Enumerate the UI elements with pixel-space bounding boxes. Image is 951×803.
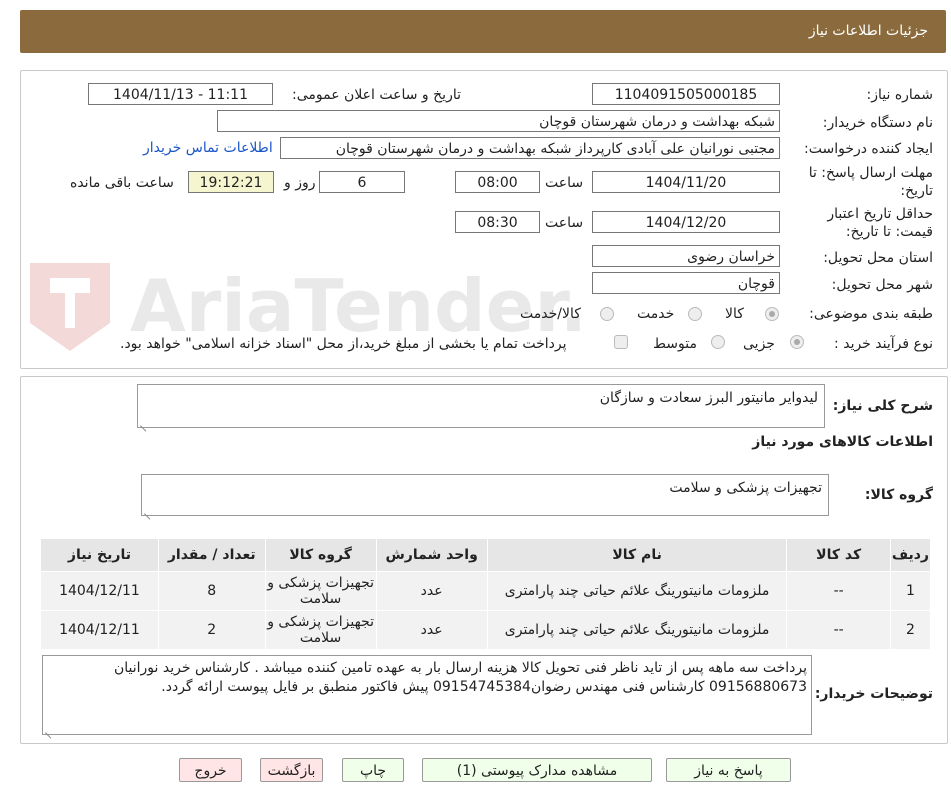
treasury-text: پرداخت تمام یا بخشی از مبلغ خرید،از محل … xyxy=(120,336,567,352)
goods-group-text: تجهیزات پزشکی و سلامت xyxy=(669,480,822,496)
category-radio-goods[interactable] xyxy=(765,307,779,321)
goods-group-textarea[interactable]: تجهیزات پزشکی و سلامت xyxy=(141,474,829,516)
remaining-label: ساعت باقی مانده xyxy=(70,175,174,191)
remaining-time-field: 19:12:21 xyxy=(188,171,274,193)
process-radio-medium[interactable] xyxy=(711,335,725,349)
category-option-goods: کالا xyxy=(725,306,744,322)
creator-field: مجتبی نورانیان علی آبادی کارپرداز شبکه ب… xyxy=(280,137,780,159)
send-time-label: ساعت xyxy=(545,175,584,191)
exit-button[interactable]: خروج xyxy=(179,758,242,782)
buyer-org-field: شبکه بهداشت و درمان شهرستان قوچان xyxy=(217,110,780,132)
buyer-contact-link[interactable]: اطلاعات تماس خریدار xyxy=(143,140,273,156)
cell-row: 1 xyxy=(889,571,932,611)
col-code-header: کد کالا xyxy=(786,538,891,572)
send-date-field: 1404/11/20 xyxy=(592,171,780,193)
cell-code: -- xyxy=(786,571,891,611)
summary-textarea[interactable]: لیدوایر مانیتور البرز سعادت و سازگان xyxy=(137,384,825,428)
validity-label: حداقل تاریخ اعتبار xyxy=(827,206,933,222)
validity-label-2: قیمت: تا تاریخ: xyxy=(845,224,933,240)
announce-field: 1404/11/13 - 11:11 xyxy=(88,83,273,105)
send-deadline-label-2: تاریخ: xyxy=(900,183,933,199)
col-name-header: نام کالا xyxy=(486,538,788,572)
col-group-header: گروه کالا xyxy=(264,538,377,572)
cell-group: تجهیزات پزشکی و سلامت xyxy=(264,571,377,611)
cell-group: تجهیزات پزشکی و سلامت xyxy=(264,610,377,650)
send-time-field: 08:00 xyxy=(455,171,540,193)
need-number-label: شماره نیاز: xyxy=(866,87,934,103)
category-radio-service[interactable] xyxy=(688,307,702,321)
buyer-notes-textarea[interactable]: پرداخت سه ماهه پس از تاید ناظر فنی تحویل… xyxy=(42,655,812,735)
cell-name: ملزومات مانیتورینگ علائم حیاتی چند پارام… xyxy=(486,610,788,650)
cell-unit: عدد xyxy=(375,571,488,611)
resize-grip-icon[interactable] xyxy=(140,418,148,426)
creator-label: ایجاد کننده درخواست: xyxy=(804,141,933,157)
city-field: قوچان xyxy=(592,272,780,294)
table-header-row: ردیف کد کالا نام کالا واحد شمارش گروه کا… xyxy=(40,538,932,572)
category-option-both: کالا/خدمت xyxy=(520,306,581,322)
cell-row: 2 xyxy=(889,610,932,650)
process-option-medium: متوسط xyxy=(653,336,697,352)
process-option-minor: جزیی xyxy=(743,336,775,352)
province-label: استان محل تحویل: xyxy=(823,250,933,266)
cell-name: ملزومات مانیتورینگ علائم حیاتی چند پارام… xyxy=(486,571,788,611)
validity-time-field: 08:30 xyxy=(455,211,540,233)
send-deadline-label: مهلت ارسال پاسخ: تا xyxy=(808,165,933,181)
buyer-notes-label: توضیحات خریدار: xyxy=(814,686,933,702)
col-qty-header: تعداد / مقدار xyxy=(157,538,266,572)
cell-qty: 8 xyxy=(157,571,266,611)
col-row-header: ردیف xyxy=(889,538,932,572)
table-row: 1 -- ملزومات مانیتورینگ علائم حیاتی چند … xyxy=(40,571,932,611)
province-field: خراسان رضوی xyxy=(592,245,780,267)
resize-grip-icon[interactable] xyxy=(45,725,53,733)
cell-code: -- xyxy=(786,610,891,650)
col-date-header: تاریخ نیاز xyxy=(40,538,159,572)
summary-text: لیدوایر مانیتور البرز سعادت و سازگان xyxy=(599,390,818,406)
goods-table: ردیف کد کالا نام کالا واحد شمارش گروه کا… xyxy=(40,538,932,650)
need-number-field: 1104091505000185 xyxy=(592,83,780,105)
process-label: نوع فرآیند خرید : xyxy=(834,336,933,352)
category-radio-both[interactable] xyxy=(600,307,614,321)
category-option-service: خدمت xyxy=(637,306,675,322)
category-label: طبقه بندی موضوعی: xyxy=(809,306,933,322)
summary-label: شرح کلی نیاز: xyxy=(832,398,933,414)
validity-time-label: ساعت xyxy=(545,215,584,231)
view-documents-button[interactable]: مشاهده مدارک پیوستی (1) xyxy=(422,758,652,782)
buyer-org-label: نام دستگاه خریدار: xyxy=(822,115,933,131)
cell-date: 1404/12/11 xyxy=(40,610,159,650)
cell-qty: 2 xyxy=(157,610,266,650)
col-unit-header: واحد شمارش xyxy=(375,538,488,572)
days-label: روز و xyxy=(284,175,316,191)
table-row: 2 -- ملزومات مانیتورینگ علائم حیاتی چند … xyxy=(40,610,932,650)
page-title: جزئیات اطلاعات نیاز xyxy=(808,23,928,39)
cell-date: 1404/12/11 xyxy=(40,571,159,611)
page-header: جزئیات اطلاعات نیاز xyxy=(20,10,946,53)
validity-date-field: 1404/12/20 xyxy=(592,211,780,233)
resize-grip-icon[interactable] xyxy=(144,506,152,514)
announce-label: تاریخ و ساعت اعلان عمومی: xyxy=(292,87,461,103)
goods-info-title: اطلاعات کالاهای مورد نیاز xyxy=(752,434,933,450)
cell-unit: عدد xyxy=(375,610,488,650)
process-radio-minor[interactable] xyxy=(790,335,804,349)
reply-button[interactable]: پاسخ به نیاز xyxy=(666,758,791,782)
city-label: شهر محل تحویل: xyxy=(831,277,933,293)
back-button[interactable]: بازگشت xyxy=(260,758,323,782)
print-button[interactable]: چاپ xyxy=(342,758,404,782)
treasury-checkbox[interactable] xyxy=(614,335,628,349)
buyer-notes-text: پرداخت سه ماهه پس از تاید ناظر فنی تحویل… xyxy=(113,660,807,695)
goods-group-label: گروه کالا: xyxy=(864,487,933,503)
days-field: 6 xyxy=(319,171,405,193)
